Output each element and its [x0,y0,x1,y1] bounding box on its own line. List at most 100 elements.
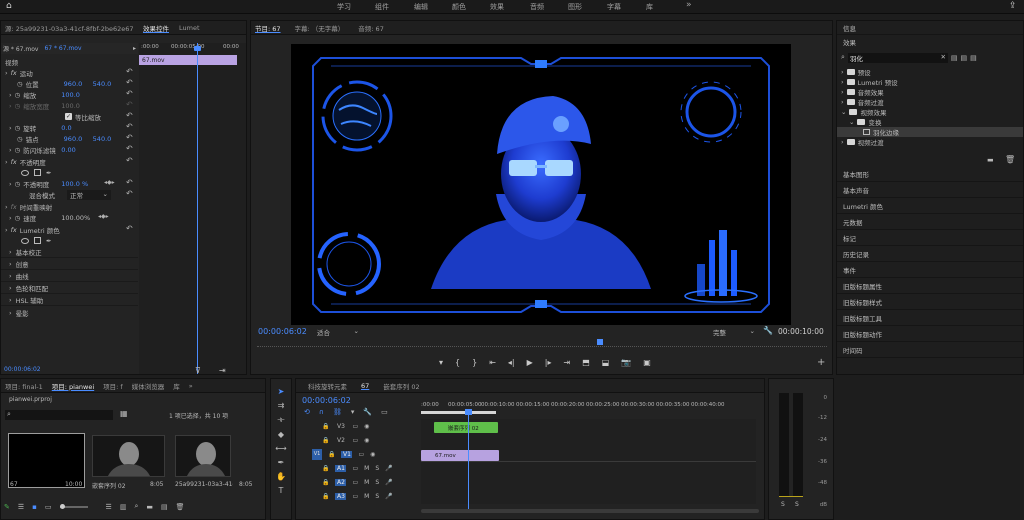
uniform-scale-checkbox[interactable]: ✓ [65,113,72,120]
sequence-clip-label[interactable]: 67 * 67.mov [44,45,81,52]
horizontal-scrollbar[interactable] [421,509,759,513]
keyframe-nav-icon[interactable]: ◂◆▸ [104,179,115,186]
rectangle-mask-icon[interactable] [34,237,41,244]
effects-search-input[interactable]: 羽化 ✕ [847,52,948,63]
workspace-effects[interactable]: 效果 [490,2,504,12]
microphone-icon[interactable]: 🎤 [385,465,392,472]
panel-legacy-title-actions[interactable]: 旧版标题动作 [837,326,1023,342]
project-item-thumbnail[interactable] [8,433,85,488]
sync-lock-icon[interactable]: ▭ [352,423,358,430]
rectangle-mask-icon[interactable] [34,169,41,176]
position-x-value[interactable]: 960.0 [64,80,90,88]
expand-chevron-icon[interactable]: › [9,91,12,99]
solo-button[interactable]: S [375,479,379,486]
nest-icon[interactable]: ⟲ [304,408,310,416]
32bit-filter-icon[interactable]: ▤ [961,54,968,62]
sync-lock-icon[interactable]: ▭ [358,451,364,458]
freeform-view-icon[interactable]: ▭ [45,503,52,511]
lumetri-item-row[interactable]: › 曲线 [1,271,138,282]
reset-icon[interactable]: ↶ [126,224,133,233]
eye-icon[interactable]: ◉ [370,451,375,458]
tabs-overflow[interactable]: » [189,382,193,390]
stopwatch-icon[interactable]: ◷ [15,180,21,188]
effect-controls-timecode[interactable]: 00:00:06:02 [4,366,41,373]
add-marker-icon[interactable]: ▾ [351,408,355,416]
panel-legacy-title-properties[interactable]: 旧版标题属性 [837,278,1023,294]
new-bin-icon[interactable]: ▬ [987,156,994,164]
play-only-icon[interactable]: ▸ [133,45,138,52]
sort-icon[interactable]: ☰ [106,503,112,511]
panel-legacy-title-tools[interactable]: 旧版标题工具 [837,310,1023,326]
expand-chevron-icon[interactable]: › [5,158,8,166]
lift-icon[interactable]: ⬒ [582,358,590,367]
stopwatch-icon[interactable]: ◷ [15,124,21,132]
stopwatch-icon[interactable]: ◷ [17,80,23,88]
slip-tool-icon[interactable]: ⟷ [275,444,286,453]
timeline-clip-nested[interactable]: 嵌套序列 02 [434,422,498,433]
linked-selection-icon[interactable]: ⛓ [333,408,342,416]
stopwatch-icon[interactable]: ◷ [15,214,21,222]
list-view-icon[interactable]: ☰ [18,503,24,511]
tab-lumetri[interactable]: Lumet [179,24,200,32]
track-label[interactable]: A3 [335,493,347,500]
pen-mask-icon[interactable]: ✒ [46,237,51,245]
panel-metadata[interactable]: 元数据 [837,214,1023,230]
tree-item-transform[interactable]: ⌄ 变换 [837,117,1023,127]
microphone-icon[interactable]: 🎤 [385,479,392,486]
lock-icon[interactable]: 🔒 [322,437,329,444]
tab-effect-controls[interactable]: 效果控件 [143,23,169,33]
panel-legacy-title-styles[interactable]: 旧版标题样式 [837,294,1023,310]
new-bin-icon[interactable]: ▦ [120,409,128,418]
tab-media-browser[interactable]: 媒体浏览器 [132,381,165,391]
reset-icon[interactable]: ↶ [126,100,133,109]
stopwatch-icon[interactable]: ◷ [15,102,21,110]
tab-sequence-67[interactable]: 67 [361,382,369,390]
reset-icon[interactable]: ↶ [126,133,133,142]
panel-history[interactable]: 历史记录 [837,246,1023,262]
tree-item-video-transitions[interactable]: › 视频过渡 [837,137,1023,147]
timeline-ruler[interactable]: :00:00 00:00:05:00 00:00:10:00 00:00:15:… [421,401,761,417]
track-label[interactable]: V1 [341,451,353,458]
expand-chevron-icon[interactable]: › [9,124,12,132]
workspace-editing[interactable]: 编辑 [414,2,428,12]
go-to-in-icon[interactable]: ⇤ [489,358,496,367]
effects-panel-header[interactable]: 效果 [837,35,1023,49]
panel-timecode[interactable]: 时间码 [837,342,1023,358]
mute-button[interactable]: M [364,479,369,486]
ec-playhead-handle[interactable] [194,46,201,51]
timeline-playhead-handle[interactable] [465,409,472,415]
mute-button[interactable]: M [364,493,369,500]
reset-icon[interactable]: ↶ [126,189,133,198]
lock-icon[interactable]: 🔒 [322,423,329,430]
stopwatch-icon[interactable]: ◷ [15,146,21,154]
reset-icon[interactable]: ↶ [126,78,133,87]
keyframe-nav-icon[interactable]: ◂◆▸ [98,213,109,220]
track-label[interactable]: A2 [335,479,347,486]
anchor-x-value[interactable]: 960.0 [64,135,90,143]
pencil-icon[interactable]: ✎ [4,503,10,511]
automate-icon[interactable]: ▥ [120,503,127,511]
pen-tool-icon[interactable]: ✒ [278,458,285,467]
lumetri-item-row[interactable]: › 晕影 [1,307,138,318]
ellipse-mask-icon[interactable] [21,169,29,176]
project-item-thumbnail[interactable] [175,435,231,477]
workspace-graphics[interactable]: 图形 [568,2,582,12]
scale-width-value[interactable]: 100.0 [61,102,80,110]
new-item-icon[interactable]: ▤ [161,503,168,511]
sync-lock-icon[interactable]: ▭ [352,493,358,500]
settings-wrench-icon[interactable]: 🔧 [363,408,372,416]
fit-select[interactable]: 适合 ⌄ [317,327,359,337]
workspace-captions[interactable]: 字幕 [607,2,621,12]
expand-chevron-icon[interactable]: › [5,226,8,234]
anchor-y-value[interactable]: 540.0 [93,135,112,143]
expand-chevron-icon[interactable]: › [9,102,12,110]
home-icon[interactable]: ⌂ [6,1,12,11]
video-frame[interactable] [291,44,791,325]
share-icon[interactable]: ⇪ [1009,1,1017,11]
expand-chevron-icon[interactable]: › [9,180,12,188]
type-tool-icon[interactable]: T [279,486,284,495]
speed-value[interactable]: 100.00% [61,214,90,222]
selection-tool-icon[interactable]: ➤ [278,387,285,396]
hand-tool-icon[interactable]: ✋ [276,472,286,481]
ellipse-mask-icon[interactable] [21,237,29,244]
